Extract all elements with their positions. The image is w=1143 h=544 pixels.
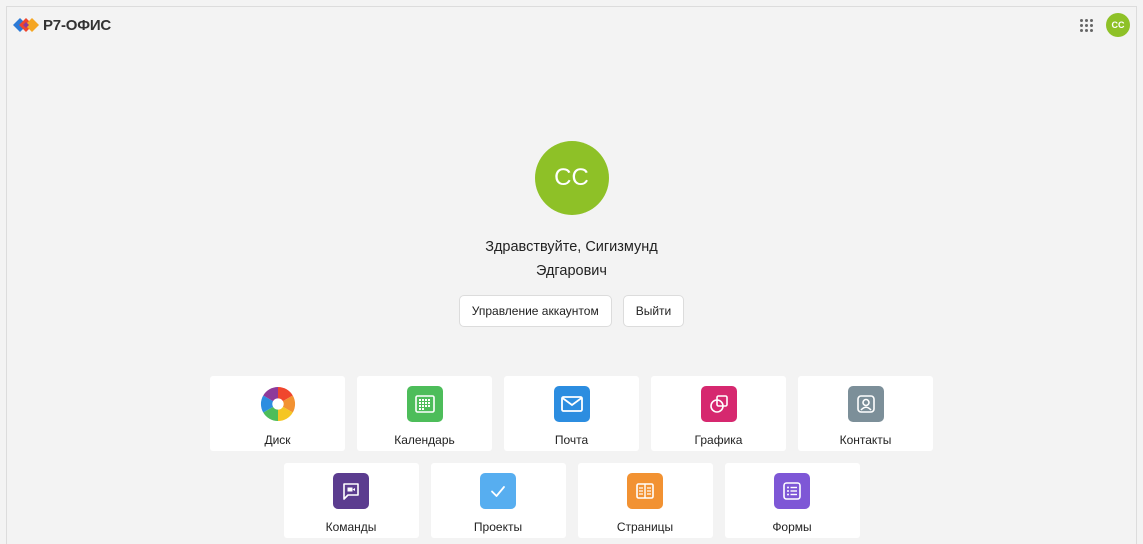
teams-icon [333,473,369,509]
apps-row-2: Команды Проекты Страницы Формы [7,463,1136,538]
app-window: Р7-ОФИС CC CC Здравствуйте, Сигизмунд Эд… [6,6,1137,544]
app-tile-contacts[interactable]: Контакты [798,376,933,451]
app-label-contacts: Контакты [839,433,892,447]
app-tile-teams[interactable]: Команды [283,463,419,538]
app-label-pages: Страницы [616,520,674,534]
app-label-mail: Почта [554,433,589,447]
app-tile-mail[interactable]: Почта [504,376,639,451]
greeting: Здравствуйте, Сигизмунд Эдгарович [452,235,692,283]
app-label-projects: Проекты [473,520,523,534]
logo-icon [13,18,39,32]
app-tile-disk[interactable]: Диск [210,376,345,451]
app-label-calendar: Календарь [394,433,455,447]
projects-icon [480,473,516,509]
disk-icon [260,386,296,422]
profile-avatar: CC [534,141,609,215]
logo[interactable]: Р7-ОФИС [13,16,111,34]
header-avatar[interactable]: CC [1106,13,1130,37]
forms-icon [774,473,810,509]
logout-button[interactable]: Выйти [622,295,685,327]
contacts-icon [847,386,884,422]
profile-section: CC Здравствуйте, Сигизмунд Эдгарович Упр… [7,141,1136,327]
apps-row-1: Диск Календарь Почта Графика Контакты [7,376,1136,451]
pages-icon [627,473,663,509]
app-label-forms: Формы [772,520,812,534]
app-tile-pages[interactable]: Страницы [577,463,713,538]
app-label-disk: Диск [264,433,291,447]
profile-actions: Управление аккаунтом Выйти [458,295,685,327]
greeting-line-1: Здравствуйте, Сигизмунд [485,239,658,255]
top-bar: Р7-ОФИС CC [7,7,1136,43]
calendar-icon [406,386,443,422]
app-tile-forms[interactable]: Формы [724,463,860,538]
app-label-teams: Команды [325,520,377,534]
app-tile-calendar[interactable]: Календарь [357,376,492,451]
app-tile-projects[interactable]: Проекты [430,463,566,538]
mail-icon [553,386,590,422]
app-tile-graphics[interactable]: Графика [651,376,786,451]
manage-account-button[interactable]: Управление аккаунтом [458,295,612,327]
graphics-icon [700,386,737,422]
app-label-graphics: Графика [694,433,743,447]
logo-text: Р7-ОФИС [43,16,112,34]
app-grid-icon[interactable] [1078,17,1094,33]
greeting-line-2: Эдгарович [536,263,607,279]
